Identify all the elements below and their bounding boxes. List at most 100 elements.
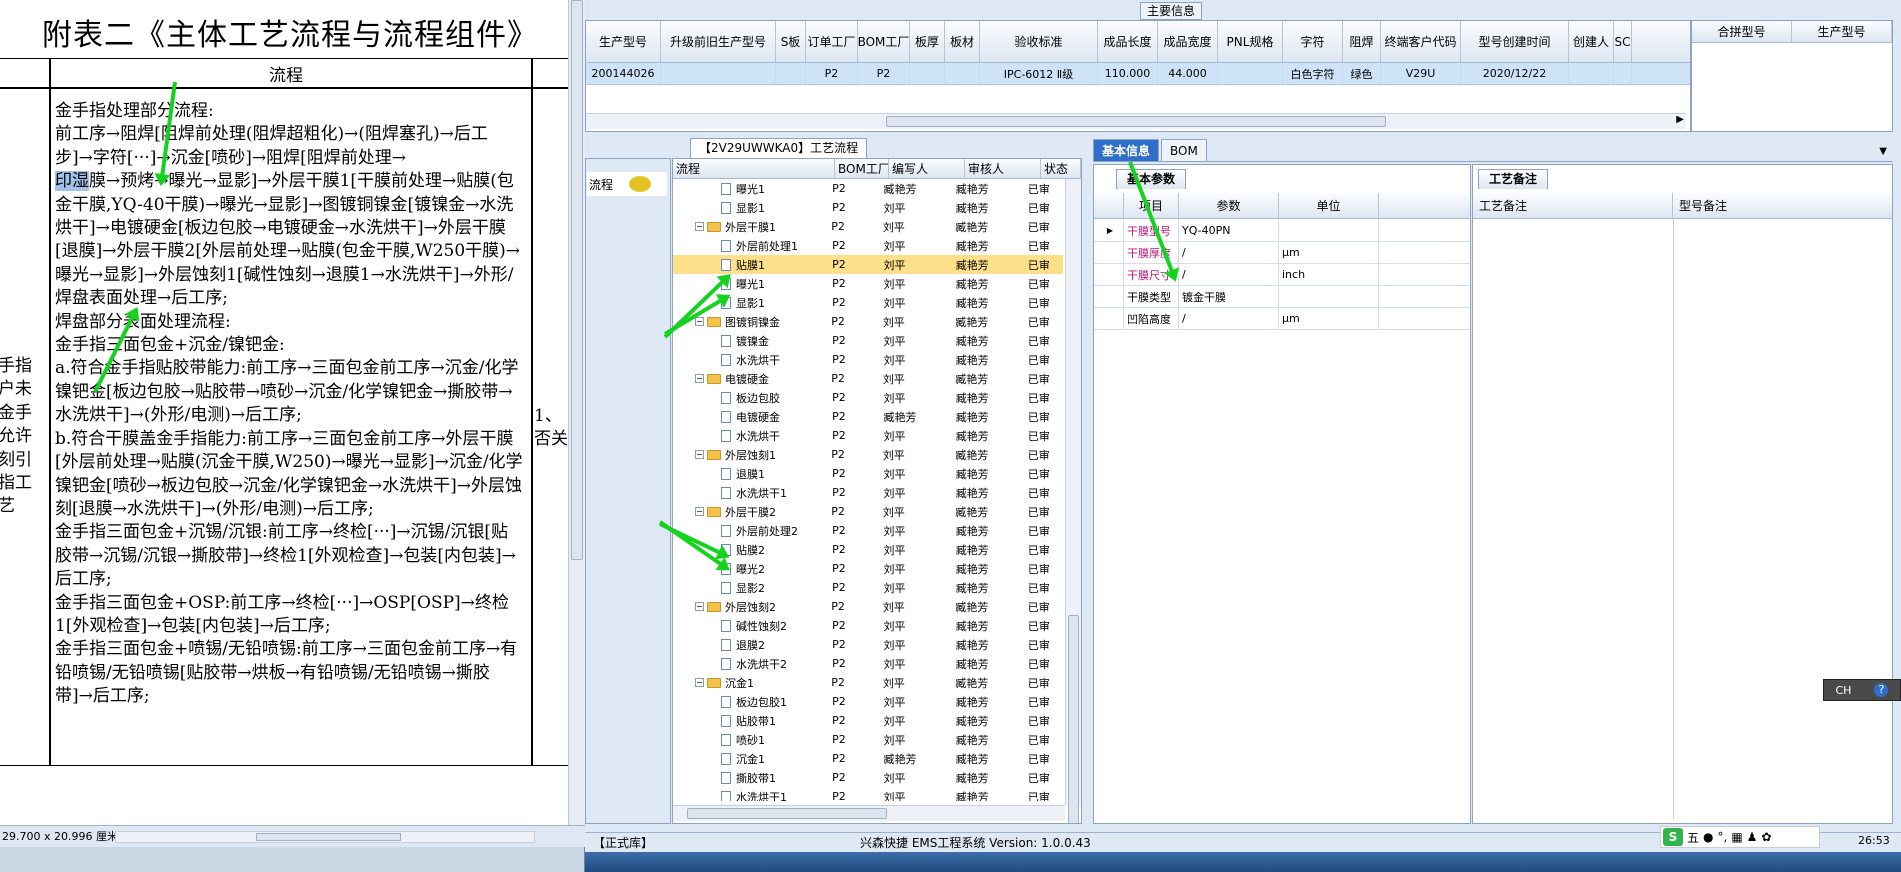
cell-12[interactable]: 绿色 bbox=[1343, 63, 1381, 84]
collapse-icon[interactable]: − bbox=[695, 678, 704, 687]
col-header-13[interactable]: 终端客户代码 bbox=[1381, 21, 1461, 62]
flow-tree-row[interactable]: 电镀硬金 P2 臧艳芳 臧艳芳 已审 bbox=[673, 407, 1063, 426]
horizontal-scrollbar[interactable]: ▶ bbox=[586, 113, 1686, 129]
flow-tree-row[interactable]: − 沉金1 P2 刘平 臧艳芳 已审 bbox=[673, 673, 1063, 692]
flow-node[interactable]: − 外层蚀刻1 bbox=[673, 447, 828, 463]
param-unit[interactable]: μm bbox=[1279, 242, 1379, 263]
cell-3[interactable]: P2 bbox=[806, 63, 858, 84]
cell-5[interactable] bbox=[910, 63, 945, 84]
tab-bom[interactable]: BOM bbox=[1161, 139, 1207, 161]
flow-tree-row[interactable]: 显影2 P2 刘平 臧艳芳 已审 bbox=[673, 578, 1063, 597]
scroll-right-icon[interactable]: ▶ bbox=[1676, 114, 1684, 125]
flow-tree-row[interactable]: 水洗烘干 P2 刘平 臧艳芳 已审 bbox=[673, 426, 1063, 445]
product-grid-row[interactable]: 200144026 P2 P2 IPC-6012 Ⅱ级 110.000 44.000 白色字… bbox=[586, 63, 1690, 85]
flow-tree-row[interactable]: 镀镍金 P2 刘平 臧艳芳 已审 bbox=[673, 331, 1063, 350]
flow-tree-row[interactable]: 碱性蚀刻2 P2 刘平 臧艳芳 已审 bbox=[673, 616, 1063, 635]
param-row[interactable]: 干膜尺寸 / inch bbox=[1094, 264, 1470, 286]
flow-tree-row[interactable]: − 外层蚀刻2 P2 刘平 臧艳芳 已审 bbox=[673, 597, 1063, 616]
flow-tree-row[interactable]: 退膜1 P2 刘平 臧艳芳 已审 bbox=[673, 464, 1063, 483]
flow-node[interactable]: 水洗烘干 bbox=[673, 428, 829, 444]
flow-tab[interactable]: 【2V29UWWKA0】工艺流程 bbox=[690, 138, 868, 158]
flow-tree-row[interactable]: 水洗烘干 P2 刘平 臧艳芳 已审 bbox=[673, 350, 1063, 369]
flow-col-header-0[interactable]: 流程 bbox=[673, 159, 835, 178]
param-value[interactable]: / bbox=[1179, 264, 1279, 285]
param-unit[interactable] bbox=[1279, 286, 1379, 307]
flow-col-header-2[interactable]: 编写人 bbox=[889, 159, 965, 178]
ime-toolbar[interactable]: CH ? bbox=[1823, 679, 1901, 701]
param-row[interactable]: 干膜厚度 / μm bbox=[1094, 242, 1470, 264]
flow-tree-row[interactable]: 曝光1 P2 臧艳芳 臧艳芳 已审 bbox=[673, 179, 1063, 198]
col-header-7[interactable]: 验收标准 bbox=[980, 21, 1098, 62]
flow-tree-row[interactable]: 板边包胶1 P2 刘平 臧艳芳 已审 bbox=[673, 692, 1063, 711]
flow-tree-row[interactable]: 贴膜1 P2 刘平 臧艳芳 已审 bbox=[673, 255, 1063, 274]
flow-vertical-scrollbar[interactable] bbox=[1065, 179, 1081, 823]
param-value[interactable]: / bbox=[1179, 242, 1279, 263]
flow-tree-row[interactable]: 撕胶带1 P2 刘平 臧艳芳 已审 bbox=[673, 768, 1063, 787]
flow-node[interactable]: 曝光1 bbox=[673, 276, 829, 292]
col-header-11[interactable]: 字符 bbox=[1283, 21, 1343, 62]
col-header-4[interactable]: BOM工厂 bbox=[858, 21, 910, 62]
flow-node[interactable]: 外层前处理1 bbox=[673, 238, 829, 254]
flow-node[interactable]: 显影1 bbox=[673, 200, 829, 216]
punctuation-icon[interactable]: °, bbox=[1718, 830, 1728, 844]
cell-14[interactable]: 2020/12/22 bbox=[1461, 63, 1569, 84]
col-header-2[interactable]: S板 bbox=[776, 21, 806, 62]
document-scroll-thumb[interactable] bbox=[571, 0, 583, 560]
flow-tree-row[interactable]: − 图镀铜镍金 P2 刘平 臧艳芳 已审 bbox=[673, 312, 1063, 331]
cell-2[interactable] bbox=[776, 63, 806, 84]
collapse-icon[interactable]: − bbox=[695, 317, 704, 326]
flow-node[interactable]: 水洗烘干1 bbox=[673, 789, 829, 801]
sogou-logo-icon[interactable]: S bbox=[1663, 828, 1683, 846]
flow-node[interactable]: 曝光1 bbox=[673, 181, 829, 197]
flow-node[interactable]: 水洗烘干2 bbox=[673, 656, 829, 672]
flow-tree-row[interactable]: 显影1 P2 刘平 臧艳芳 已审 bbox=[673, 198, 1063, 217]
cell-1[interactable] bbox=[661, 63, 776, 84]
flow-node[interactable]: − 沉金1 bbox=[673, 675, 828, 691]
collapse-icon[interactable]: − bbox=[695, 450, 704, 459]
flow-tree-row[interactable]: 沉金1 P2 臧艳芳 臧艳芳 已审 bbox=[673, 749, 1063, 768]
merge-col-header-0[interactable]: 合拼型号 bbox=[1692, 21, 1792, 42]
cell-11[interactable]: 白色字符 bbox=[1283, 63, 1343, 84]
flow-tree-row[interactable]: − 电镀硬金 P2 刘平 臧艳芳 已审 bbox=[673, 369, 1063, 388]
cell-13[interactable]: V29U bbox=[1381, 63, 1461, 84]
flow-tree-row[interactable]: 水洗烘干1 P2 刘平 臧艳芳 已审 bbox=[673, 483, 1063, 502]
param-unit[interactable]: inch bbox=[1279, 264, 1379, 285]
moon-icon[interactable]: ● bbox=[1703, 830, 1713, 844]
flow-tree-row[interactable]: 板边包胶 P2 刘平 臧艳芳 已审 bbox=[673, 388, 1063, 407]
help-icon[interactable]: ? bbox=[1874, 683, 1889, 697]
collapse-icon[interactable]: − bbox=[695, 602, 704, 611]
col-header-1[interactable]: 升级前旧生产型号 bbox=[661, 21, 776, 62]
tab-basic-info[interactable]: 基本信息 bbox=[1093, 139, 1160, 161]
flow-col-header-3[interactable]: 审核人 bbox=[965, 159, 1041, 178]
flow-scroll-thumb[interactable] bbox=[1068, 615, 1079, 823]
flow-tree-row[interactable]: 喷砂1 P2 刘平 臧艳芳 已审 bbox=[673, 730, 1063, 749]
flow-tree-row[interactable]: 外层前处理2 P2 刘平 臧艳芳 已审 bbox=[673, 521, 1063, 540]
flow-tree-row[interactable]: 水洗烘干2 P2 刘平 臧艳芳 已审 bbox=[673, 654, 1063, 673]
flow-horizontal-scrollbar[interactable] bbox=[673, 805, 1065, 821]
param-row[interactable]: 干膜类型 镀金干膜 bbox=[1094, 286, 1470, 308]
flow-tree-row[interactable]: 水洗烘干1 P2 刘平 臧艳芳 已审 bbox=[673, 787, 1063, 801]
flow-node[interactable]: − 电镀硬金 bbox=[673, 371, 828, 387]
flow-node[interactable]: 水洗烘干1 bbox=[673, 485, 829, 501]
col-header-8[interactable]: 成品长度 bbox=[1098, 21, 1158, 62]
flow-node[interactable]: 贴膜1 bbox=[673, 257, 829, 273]
flow-node[interactable]: 水洗烘干 bbox=[673, 352, 829, 368]
flow-node[interactable]: 板边包胶 bbox=[673, 390, 829, 406]
flow-node[interactable]: 外层前处理2 bbox=[673, 523, 829, 539]
input-method-tray[interactable]: S 五 ● °, ▦ ♟ ✿ bbox=[1660, 826, 1820, 848]
flow-node[interactable]: 显影2 bbox=[673, 580, 829, 596]
scroll-thumb[interactable] bbox=[886, 116, 1386, 127]
col-header-10[interactable]: PNL规格 bbox=[1218, 21, 1283, 62]
param-row[interactable]: ▶ 干膜型号 YQ-40PN bbox=[1094, 220, 1470, 242]
comment-icon[interactable] bbox=[629, 176, 652, 192]
flow-node[interactable]: 碱性蚀刻2 bbox=[673, 618, 829, 634]
param-unit[interactable] bbox=[1279, 220, 1379, 241]
tab-basic-params[interactable]: 基本参数 bbox=[1116, 169, 1187, 189]
cell-7[interactable]: IPC-6012 Ⅱ级 bbox=[980, 63, 1098, 84]
col-header-16[interactable]: SC bbox=[1614, 21, 1632, 62]
flow-node[interactable]: 撕胶带1 bbox=[673, 770, 829, 786]
flow-tree-row[interactable]: − 外层蚀刻1 P2 刘平 臧艳芳 已审 bbox=[673, 445, 1063, 464]
flow-tree-row[interactable]: 退膜2 P2 刘平 臧艳芳 已审 bbox=[673, 635, 1063, 654]
collapse-icon[interactable]: − bbox=[695, 374, 704, 383]
collapse-icon[interactable]: − bbox=[695, 222, 704, 231]
